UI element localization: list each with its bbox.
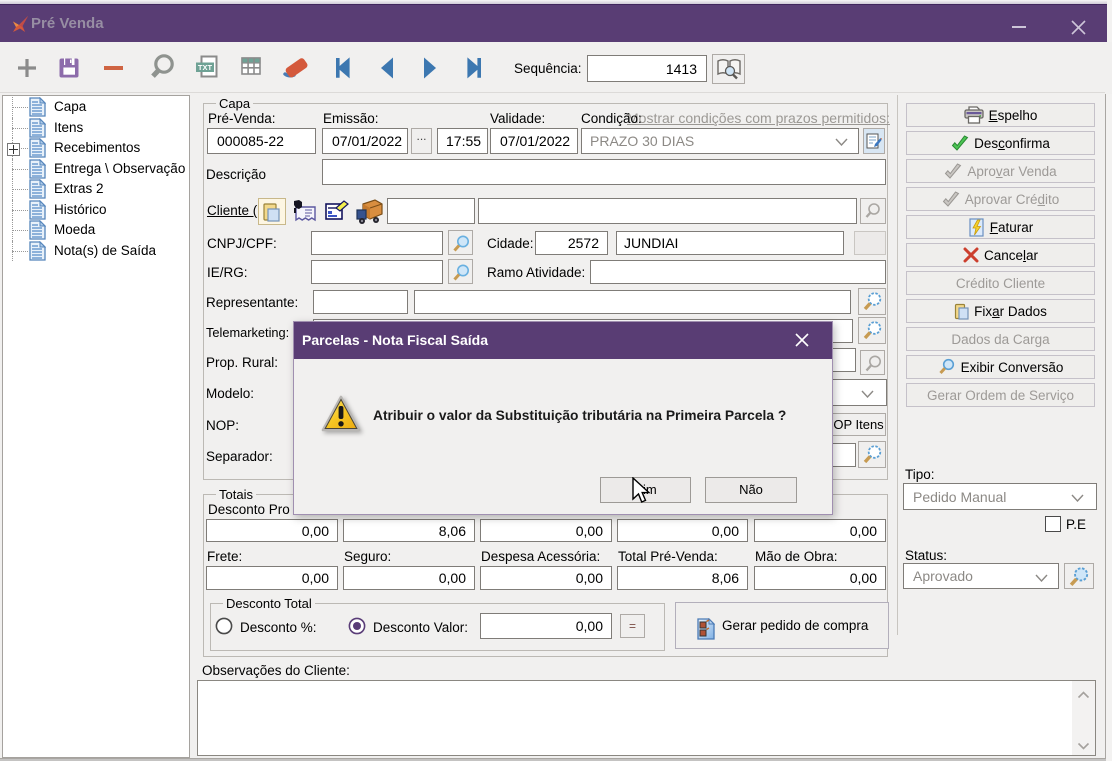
- svg-text:TXT: TXT: [198, 63, 213, 72]
